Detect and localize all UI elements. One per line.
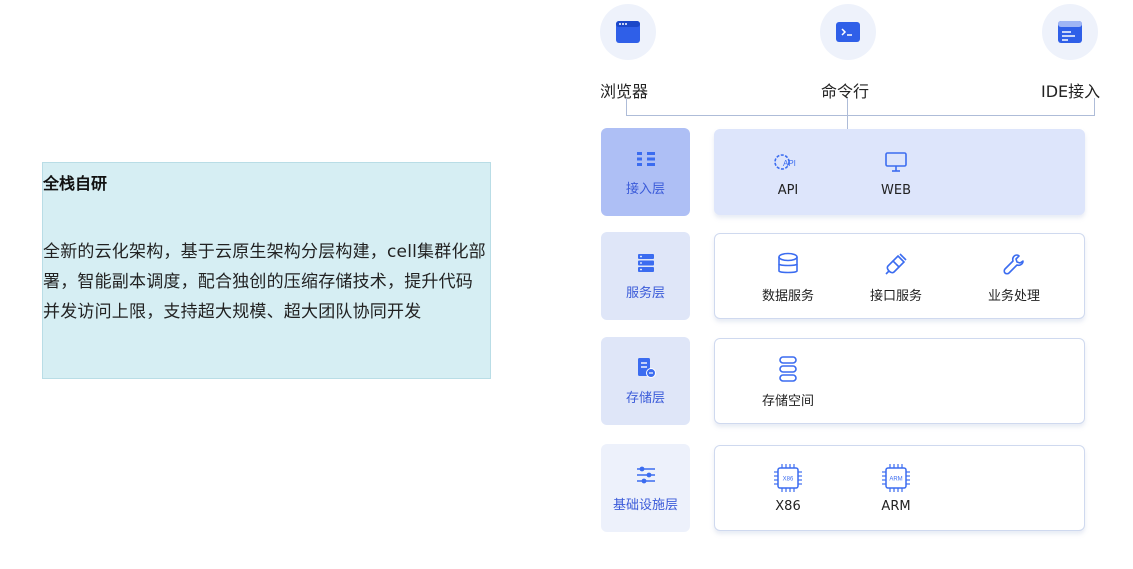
browser-window-icon [600, 4, 656, 60]
layer-box-service: 数据服务 接口服务 业务处理 [714, 233, 1085, 319]
server-list-icon [636, 252, 656, 274]
chip-text: ARM [889, 476, 902, 482]
item-api[interactable]: API API [743, 130, 833, 216]
client-ide: IDE接入 [1040, 4, 1100, 104]
chip-text: X86 [783, 476, 794, 482]
ide-code-icon [1042, 4, 1098, 60]
item-x86[interactable]: X86 X86 [743, 446, 833, 532]
x86-chip-icon: X86 [773, 463, 803, 492]
layer-box-storage: 存储空间 [714, 338, 1085, 424]
monitor-icon [884, 149, 908, 175]
client-browser: 浏览器 [598, 4, 658, 104]
database-icon [776, 251, 800, 277]
intro-title: 全栈自研 [43, 174, 108, 193]
client-command-line: 命令行 [818, 4, 878, 104]
layer-box-access: API API WEB [714, 129, 1085, 215]
item-arm[interactable]: ARM ARM [851, 446, 941, 532]
layer-tab-label: 基础设施层 [612, 497, 678, 513]
api-gear-icon: API [773, 149, 803, 175]
item-web[interactable]: WEB [851, 130, 941, 216]
wrench-icon [1002, 251, 1026, 277]
intro-card: 全栈自研 全新的云化架构，基于云原生架构分层构建，cell集群化部署，智能副本调… [42, 162, 491, 379]
plug-icon [884, 251, 908, 277]
layer-tab-access[interactable]: 接入层 [601, 128, 690, 216]
layer-tab-label: 接入层 [625, 181, 665, 197]
layer-box-infrastructure: X86 X86 ARM ARM [714, 445, 1085, 531]
layer-tab-service[interactable]: 服务层 [601, 232, 690, 320]
sliders-icon [635, 464, 657, 486]
terminal-icon [820, 4, 876, 60]
svg-text:API: API [783, 159, 796, 168]
item-storage-space[interactable]: 存储空间 [743, 339, 833, 425]
access-layer-icon [635, 148, 657, 170]
client-connector [626, 98, 1095, 116]
intro-body: 全新的云化架构，基于云原生架构分层构建，cell集群化部署，智能副本调度，配合独… [43, 242, 486, 322]
client-trunk-line [847, 98, 848, 129]
arm-chip-icon: ARM [881, 463, 911, 492]
item-interface-service[interactable]: 接口服务 [851, 234, 941, 320]
item-data-service[interactable]: 数据服务 [743, 234, 833, 320]
layer-tab-storage[interactable]: 存储层 [601, 337, 690, 425]
storage-stack-icon [777, 355, 799, 382]
layer-tab-label: 服务层 [625, 285, 665, 301]
storage-doc-icon [635, 357, 657, 379]
layer-tab-infrastructure[interactable]: 基础设施层 [601, 444, 690, 532]
item-business-processing[interactable]: 业务处理 [969, 234, 1059, 320]
layer-tab-label: 存储层 [625, 390, 665, 406]
